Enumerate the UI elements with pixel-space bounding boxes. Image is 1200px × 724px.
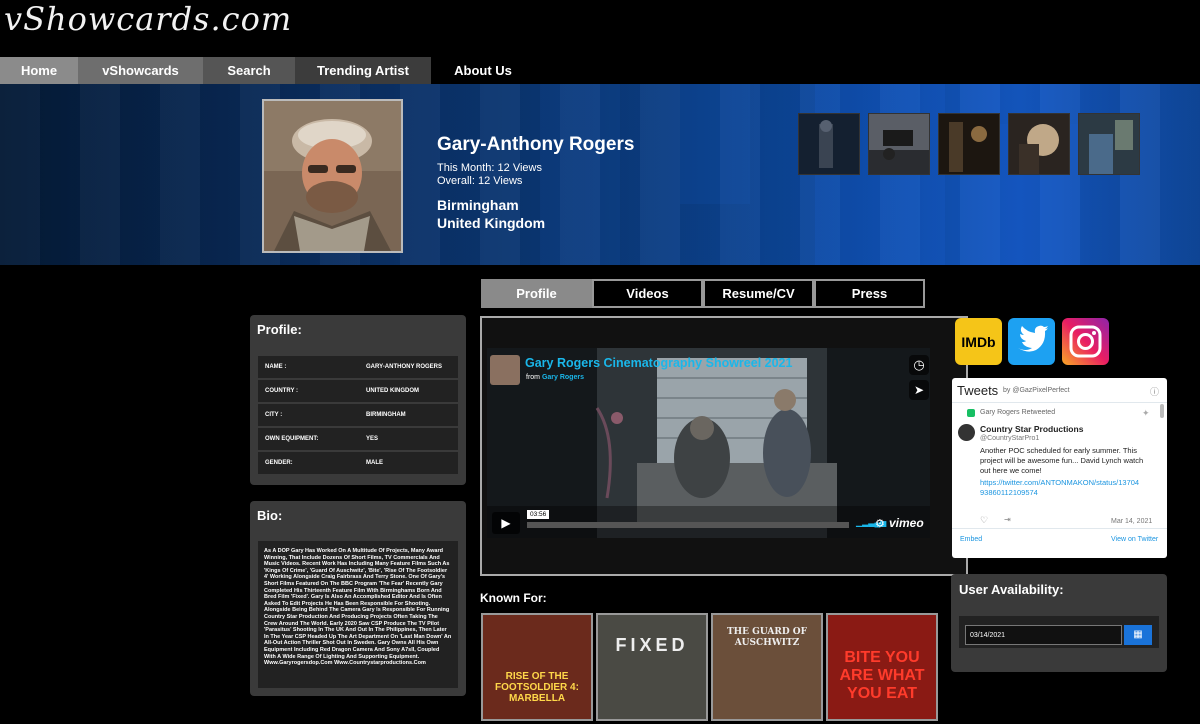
twitter-timeline: Tweets by @GazPixelPerfect ⓘ Gary Rogers…: [952, 378, 1167, 558]
nav-home[interactable]: Home: [0, 57, 78, 84]
divider: [952, 402, 1167, 403]
view-on-twitter-link[interactable]: View on Twitter: [1111, 536, 1158, 543]
clock-icon[interactable]: ◷: [909, 355, 929, 375]
video-time: 03:56: [527, 510, 550, 519]
artist-photo: [262, 99, 403, 253]
bio-title: Bio:: [257, 508, 283, 523]
video-from: from Gary Rogers: [526, 374, 584, 381]
info-icon[interactable]: ⓘ: [1150, 385, 1159, 398]
profile-row: NAME : GARY-ANTHONY ROGERS: [258, 356, 458, 378]
embed-link[interactable]: Embed: [960, 536, 982, 543]
tweet-body: Another POC scheduled for early summer. …: [980, 446, 1144, 475]
poster-title: FIXED: [615, 635, 689, 655]
gallery-thumb[interactable]: [1078, 113, 1140, 175]
share-tweet-icon[interactable]: ⇥: [1004, 515, 1011, 524]
known-for-poster[interactable]: RISE OF THE FOOTSOLDIER 4: MARBELLA: [481, 613, 593, 721]
bio-box: As A DOP Gary Has Worked On A Multitude …: [258, 541, 458, 688]
profile-key: OWN EQUIPMENT:: [265, 436, 319, 442]
video-progress[interactable]: [527, 522, 849, 528]
views-month: This Month: 12 Views: [437, 162, 542, 174]
profile-row: OWN EQUIPMENT: YES: [258, 428, 458, 450]
profile-panel: Profile: NAME : GARY-ANTHONY ROGERS COUNTR…: [250, 315, 466, 485]
known-for-title: Known For:: [480, 591, 547, 605]
availability-panel: User Availability: 03/14/2021 ▦: [951, 574, 1167, 672]
vimeo-logo[interactable]: vimeo: [889, 516, 924, 530]
from-prefix: from: [526, 374, 540, 381]
profile-key: CITY :: [265, 412, 283, 418]
artist-name: Gary-Anthony Rogers: [437, 134, 635, 155]
nav-about-us[interactable]: About Us: [431, 57, 535, 84]
instagram-icon[interactable]: [1062, 318, 1109, 365]
profile-row: COUNTRY : UNITED KINGDOM: [258, 380, 458, 402]
tweet-date[interactable]: Mar 14, 2021: [1111, 518, 1152, 525]
imdb-icon[interactable]: IMDb: [955, 318, 1002, 365]
availability-title: User Availability:: [959, 582, 1064, 597]
twitter-icon[interactable]: [1008, 318, 1055, 365]
gallery-thumb[interactable]: [1008, 113, 1070, 175]
gallery-thumb[interactable]: [938, 113, 1000, 175]
account-name[interactable]: Country Star Productions: [980, 424, 1083, 434]
profile-key: COUNTRY :: [265, 388, 298, 394]
tweet-link[interactable]: https://twitter.com/ANTONMAKON/status/13…: [980, 478, 1140, 498]
bio-text: As A DOP Gary Has Worked On A Multitude …: [264, 548, 452, 667]
twitter-bird-icon[interactable]: ✦: [1142, 408, 1150, 419]
nav-trending-artist[interactable]: Trending Artist: [295, 57, 431, 84]
share-icon[interactable]: ➤: [909, 380, 929, 400]
profile-title: Profile:: [257, 322, 302, 337]
artist-city: Birmingham: [437, 197, 519, 213]
retweet-icon: [967, 409, 975, 417]
tab-videos[interactable]: Videos: [592, 279, 703, 308]
known-for-poster[interactable]: THE GUARD OF AUSCHWITZ: [711, 613, 823, 721]
retweet-label: Gary Rogers Retweeted: [980, 409, 1056, 416]
divider: [952, 528, 1167, 529]
profile-value: GARY-ANTHONY ROGERS: [366, 364, 443, 370]
calendar-icon[interactable]: ▦: [1124, 625, 1152, 645]
poster-title: BITE YOU ARE WHAT YOU EAT: [839, 649, 925, 702]
like-icon[interactable]: ♡: [980, 515, 988, 526]
video-title[interactable]: Gary Rogers Cinematography Showreel 2021: [525, 356, 792, 370]
site-logo[interactable]: vShowcards.com: [4, 0, 292, 38]
views-overall: Overall: 12 Views: [437, 175, 523, 187]
account-avatar[interactable]: [958, 424, 975, 441]
tweets-title: Tweets: [957, 383, 999, 398]
account-handle[interactable]: @CountryStarPro1: [980, 435, 1039, 442]
scrollbar[interactable]: [1160, 404, 1164, 418]
profile-row: GENDER: MALE: [258, 452, 458, 474]
known-for-poster[interactable]: FIXED: [596, 613, 708, 721]
profile-value: YES: [366, 436, 379, 442]
uploader-avatar[interactable]: [490, 355, 520, 385]
profile-value: UNITED KINGDOM: [366, 388, 419, 394]
known-for-poster[interactable]: BITE YOU ARE WHAT YOU EAT: [826, 613, 938, 721]
profile-row: CITY : BIRMINGHAM: [258, 404, 458, 426]
profile-key: NAME :: [265, 364, 287, 370]
gallery-thumb[interactable]: [868, 113, 930, 175]
gallery-thumb[interactable]: [798, 113, 860, 175]
nav-vshowcards[interactable]: vShowcards: [78, 57, 203, 84]
artist-country: United Kingdom: [437, 215, 546, 231]
poster-title: THE GUARD OF AUSCHWITZ: [726, 627, 808, 648]
nav-search[interactable]: Search: [203, 57, 295, 84]
settings-icon[interactable]: ⚙: [875, 517, 885, 530]
profile-value: BIRMINGHAM: [366, 412, 406, 418]
tweets-by[interactable]: by @GazPixelPerfect: [1003, 387, 1070, 394]
imdb-label: IMDb: [959, 332, 998, 352]
tab-resume[interactable]: Resume/CV: [703, 279, 814, 308]
tab-profile[interactable]: Profile: [481, 279, 592, 308]
tab-press[interactable]: Press: [814, 279, 925, 308]
date-input[interactable]: 03/14/2021: [965, 625, 1122, 645]
profile-value: MALE: [366, 460, 383, 466]
main-nav: Home vShowcards Search Trending Artist About…: [0, 57, 535, 84]
poster-title: RISE OF THE FOOTSOLDIER 4: MARBELLA: [495, 671, 579, 704]
video-uploader[interactable]: Gary Rogers: [542, 374, 584, 381]
profile-key: GENDER:: [265, 460, 293, 466]
play-button[interactable]: ▶: [492, 512, 520, 534]
